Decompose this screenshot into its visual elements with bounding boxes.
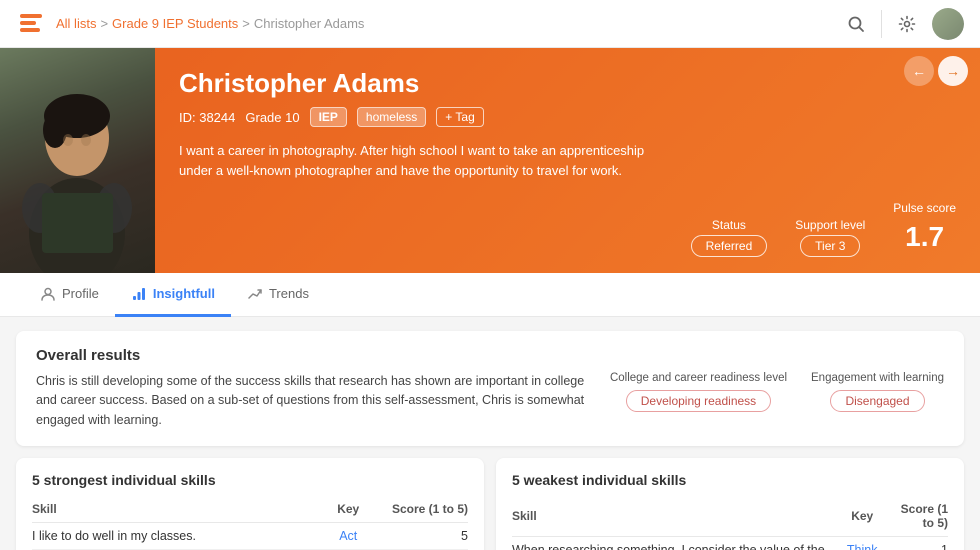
engagement-value: Disengaged — [830, 390, 924, 412]
strongest-col-score: Score (1 to 5) — [383, 498, 468, 523]
weakest-table: Skill Key Score (1 to 5) When researchin… — [512, 498, 948, 550]
student-id: ID: 38244 — [179, 110, 235, 125]
pulse-block: Pulse score 1.7 — [893, 201, 956, 253]
student-grade: Grade 10 — [245, 110, 299, 125]
skill-key[interactable]: Think — [827, 537, 897, 550]
overall-description: Chris is still developing some of the su… — [36, 372, 590, 430]
table-row: When researching something, I consider t… — [512, 537, 948, 550]
student-info: Christopher Adams ID: 38244 Grade 10 IEP… — [155, 48, 691, 273]
career-readiness-label: College and career readiness level — [610, 372, 787, 384]
breadcrumb-current: Christopher Adams — [254, 16, 365, 31]
support-label: Support level — [795, 218, 865, 232]
strongest-table: Skill Key Score (1 to 5) I like to do we… — [32, 498, 468, 550]
weakest-col-score: Score (1 to 5) — [897, 498, 948, 537]
table-row: I like to do well in my classes. Act 5 — [32, 523, 468, 550]
strongest-title: 5 strongest individual skills — [32, 472, 468, 488]
tab-profile[interactable]: Profile — [24, 274, 115, 317]
status-value: Referred — [691, 235, 768, 257]
tag-homeless: homeless — [357, 107, 426, 127]
top-navigation: All lists > Grade 9 IEP Students > Chris… — [0, 0, 980, 48]
insightfull-icon — [131, 286, 147, 302]
support-value: Tier 3 — [800, 235, 860, 257]
weakest-title: 5 weakest individual skills — [512, 472, 948, 488]
skill-text: When researching something, I consider t… — [512, 537, 827, 550]
breadcrumb-grade9[interactable]: Grade 9 IEP Students — [112, 16, 238, 31]
student-photo — [0, 48, 155, 273]
tab-insightfull[interactable]: Insightfull — [115, 274, 231, 317]
overall-badges: College and career readiness level Devel… — [610, 372, 944, 412]
next-student-button[interactable]: → — [938, 56, 968, 86]
main-content: Overall results Chris is still developin… — [0, 317, 980, 550]
prev-student-button[interactable]: ← — [904, 56, 934, 86]
breadcrumb-sep2: > — [242, 16, 250, 31]
student-bio: I want a career in photography. After hi… — [179, 141, 667, 180]
nav-right — [839, 7, 964, 41]
trends-icon — [247, 286, 263, 302]
tag-iep: IEP — [310, 107, 347, 127]
skill-score: 1 — [897, 537, 948, 550]
tab-bar: Profile Insightfull Trends — [0, 273, 980, 317]
skill-key[interactable]: Act — [313, 523, 383, 550]
status-label: Status — [691, 218, 768, 232]
strongest-col-key: Key — [313, 498, 383, 523]
add-tag-button[interactable]: + Tag — [436, 107, 483, 127]
divider — [881, 10, 882, 38]
tab-profile-label: Profile — [62, 286, 99, 301]
overall-results-card: Overall results Chris is still developin… — [16, 331, 964, 446]
tab-insightfull-label: Insightfull — [153, 286, 215, 301]
strongest-col-skill: Skill — [32, 498, 313, 523]
student-banner: Christopher Adams ID: 38244 Grade 10 IEP… — [0, 48, 980, 273]
breadcrumb-all-lists[interactable]: All lists — [56, 16, 96, 31]
pulse-value: 1.7 — [893, 221, 956, 253]
profile-icon — [40, 286, 56, 302]
status-block: Status Referred — [691, 218, 768, 253]
skills-row: 5 strongest individual skills Skill Key … — [16, 458, 964, 550]
weakest-col-skill: Skill — [512, 498, 827, 537]
strongest-skills-card: 5 strongest individual skills Skill Key … — [16, 458, 484, 550]
weakest-col-key: Key — [827, 498, 897, 537]
career-readiness-value: Developing readiness — [626, 390, 771, 412]
tab-trends-label: Trends — [269, 286, 309, 301]
breadcrumb: All lists > Grade 9 IEP Students > Chris… — [56, 16, 364, 31]
engagement-group: Engagement with learning Disengaged — [811, 372, 944, 412]
nav-left: All lists > Grade 9 IEP Students > Chris… — [16, 8, 364, 40]
student-name: Christopher Adams — [179, 68, 667, 99]
career-readiness-group: College and career readiness level Devel… — [610, 372, 787, 412]
tab-trends[interactable]: Trends — [231, 274, 325, 317]
overall-row: Chris is still developing some of the su… — [36, 372, 944, 430]
weakest-skills-card: 5 weakest individual skills Skill Key Sc… — [496, 458, 964, 550]
skill-score: 5 — [383, 523, 468, 550]
logo[interactable] — [16, 8, 48, 40]
engagement-label: Engagement with learning — [811, 372, 944, 384]
skill-text: I like to do well in my classes. — [32, 523, 313, 550]
search-button[interactable] — [839, 7, 873, 41]
overall-title: Overall results — [36, 347, 944, 364]
breadcrumb-sep1: > — [100, 16, 108, 31]
support-block: Support level Tier 3 — [795, 218, 865, 253]
settings-button[interactable] — [890, 7, 924, 41]
nav-arrows: ← → — [904, 56, 968, 86]
student-meta: ID: 38244 Grade 10 IEP homeless + Tag — [179, 107, 667, 127]
pulse-label: Pulse score — [893, 201, 956, 215]
user-avatar[interactable] — [932, 8, 964, 40]
